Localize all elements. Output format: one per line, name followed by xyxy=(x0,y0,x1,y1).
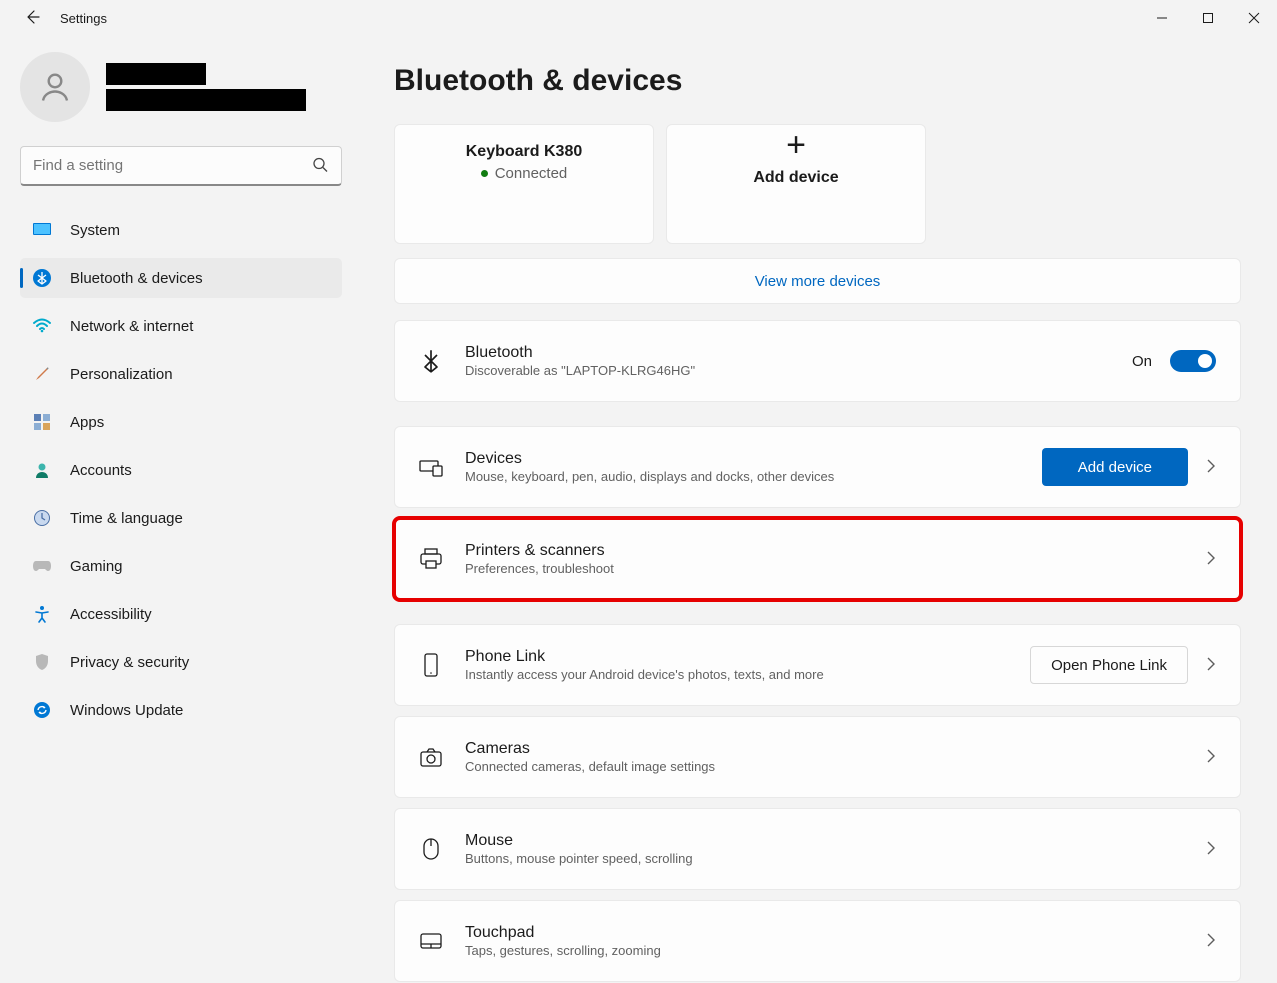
arrow-left-icon xyxy=(24,9,40,25)
search-icon xyxy=(312,157,328,176)
mouse-row[interactable]: Mouse Buttons, mouse pointer speed, scro… xyxy=(394,808,1241,890)
avatar xyxy=(20,52,90,122)
sidebar-item-label: Gaming xyxy=(70,558,123,575)
sidebar-item-gaming[interactable]: Gaming xyxy=(20,546,342,586)
chevron-right-icon xyxy=(1206,459,1216,476)
accounts-icon xyxy=(32,460,52,480)
chevron-right-icon xyxy=(1206,657,1216,674)
profile-section[interactable] xyxy=(20,52,342,122)
sidebar-item-label: Network & internet xyxy=(70,318,193,335)
minimize-button[interactable] xyxy=(1139,2,1185,34)
update-icon xyxy=(32,700,52,720)
devices-row[interactable]: Devices Mouse, keyboard, pen, audio, dis… xyxy=(394,426,1241,508)
printers-scanners-row[interactable]: Printers & scanners Preferences, trouble… xyxy=(394,518,1241,600)
search-field[interactable] xyxy=(20,146,342,186)
window-title: Settings xyxy=(60,11,107,26)
sidebar-item-time-language[interactable]: Time & language xyxy=(20,498,342,538)
sidebar-item-label: Accessibility xyxy=(70,606,152,623)
view-more-label: View more devices xyxy=(755,273,881,290)
sidebar-item-privacy[interactable]: Privacy & security xyxy=(20,642,342,682)
sidebar-item-network[interactable]: Network & internet xyxy=(20,306,342,346)
add-device-label: Add device xyxy=(753,169,838,187)
bluetooth-glyph-icon xyxy=(419,349,443,373)
chevron-right-icon xyxy=(1206,933,1216,950)
accessibility-icon xyxy=(32,604,52,624)
mouse-subtitle: Buttons, mouse pointer speed, scrolling xyxy=(465,851,1184,866)
phone-icon xyxy=(419,653,443,677)
device-status-label: Connected xyxy=(495,165,568,182)
touchpad-subtitle: Taps, gestures, scrolling, zooming xyxy=(465,943,1184,958)
chevron-right-icon xyxy=(1206,551,1216,568)
status-dot-icon xyxy=(481,170,488,177)
devices-subtitle: Mouse, keyboard, pen, audio, displays an… xyxy=(465,469,1020,484)
printers-subtitle: Preferences, troubleshoot xyxy=(465,561,1184,576)
device-name: Keyboard K380 xyxy=(466,143,583,161)
plus-icon: + xyxy=(786,135,806,155)
sidebar-item-bluetooth-devices[interactable]: Bluetooth & devices xyxy=(20,258,342,298)
sidebar-item-system[interactable]: System xyxy=(20,210,342,250)
sidebar-item-label: Windows Update xyxy=(70,702,183,719)
cameras-title: Cameras xyxy=(465,740,1184,758)
gamepad-icon xyxy=(32,556,52,576)
close-icon xyxy=(1248,12,1260,24)
phone-link-title: Phone Link xyxy=(465,648,1008,666)
phone-link-row[interactable]: Phone Link Instantly access your Android… xyxy=(394,624,1241,706)
add-device-card[interactable]: + Add device xyxy=(666,124,926,244)
touchpad-title: Touchpad xyxy=(465,924,1184,942)
mouse-title: Mouse xyxy=(465,832,1184,850)
close-button[interactable] xyxy=(1231,2,1277,34)
sidebar-item-label: Apps xyxy=(70,414,104,431)
add-device-button[interactable]: Add device xyxy=(1042,448,1188,486)
cameras-row[interactable]: Cameras Connected cameras, default image… xyxy=(394,716,1241,798)
cameras-subtitle: Connected cameras, default image setting… xyxy=(465,759,1184,774)
devices-icon xyxy=(419,455,443,479)
person-icon xyxy=(37,69,73,105)
minimize-icon xyxy=(1156,12,1168,24)
bluetooth-state-label: On xyxy=(1132,353,1152,370)
sidebar-item-personalization[interactable]: Personalization xyxy=(20,354,342,394)
shield-icon xyxy=(32,652,52,672)
bluetooth-toggle[interactable] xyxy=(1170,350,1216,372)
back-button[interactable] xyxy=(24,9,40,28)
sidebar-item-label: Accounts xyxy=(70,462,132,479)
touchpad-row[interactable]: Touchpad Taps, gestures, scrolling, zoom… xyxy=(394,900,1241,982)
sidebar-item-windows-update[interactable]: Windows Update xyxy=(20,690,342,730)
printers-title: Printers & scanners xyxy=(465,542,1184,560)
page-title: Bluetooth & devices xyxy=(394,64,1241,98)
mouse-icon xyxy=(419,837,443,861)
profile-email xyxy=(106,89,306,111)
bluetooth-title: Bluetooth xyxy=(465,344,1110,362)
bluetooth-subtitle: Discoverable as "LAPTOP-KLRG46HG" xyxy=(465,363,1110,378)
profile-name xyxy=(106,63,206,85)
view-more-devices-link[interactable]: View more devices xyxy=(394,258,1241,304)
camera-icon xyxy=(419,745,443,769)
sidebar-item-label: Bluetooth & devices xyxy=(70,270,203,287)
open-phone-link-button[interactable]: Open Phone Link xyxy=(1030,646,1188,684)
chevron-right-icon xyxy=(1206,749,1216,766)
touchpad-icon xyxy=(419,929,443,953)
bluetooth-icon xyxy=(32,268,52,288)
printer-icon xyxy=(419,547,443,571)
paintbrush-icon xyxy=(32,364,52,384)
sidebar-item-apps[interactable]: Apps xyxy=(20,402,342,442)
clock-globe-icon xyxy=(32,508,52,528)
devices-title: Devices xyxy=(465,450,1020,468)
sidebar-item-accounts[interactable]: Accounts xyxy=(20,450,342,490)
sidebar-item-accessibility[interactable]: Accessibility xyxy=(20,594,342,634)
chevron-right-icon xyxy=(1206,841,1216,858)
sidebar-item-label: Personalization xyxy=(70,366,173,383)
bluetooth-toggle-row: Bluetooth Discoverable as "LAPTOP-KLRG46… xyxy=(394,320,1241,402)
wifi-icon xyxy=(32,316,52,336)
maximize-icon xyxy=(1202,12,1214,24)
device-card-keyboard[interactable]: Keyboard K380 Connected xyxy=(394,124,654,244)
sidebar-item-label: Privacy & security xyxy=(70,654,189,671)
system-icon xyxy=(32,220,52,240)
sidebar-item-label: System xyxy=(70,222,120,239)
sidebar-item-label: Time & language xyxy=(70,510,183,527)
phone-link-subtitle: Instantly access your Android device's p… xyxy=(465,667,1008,682)
apps-icon xyxy=(32,412,52,432)
maximize-button[interactable] xyxy=(1185,2,1231,34)
search-input[interactable] xyxy=(20,146,342,186)
